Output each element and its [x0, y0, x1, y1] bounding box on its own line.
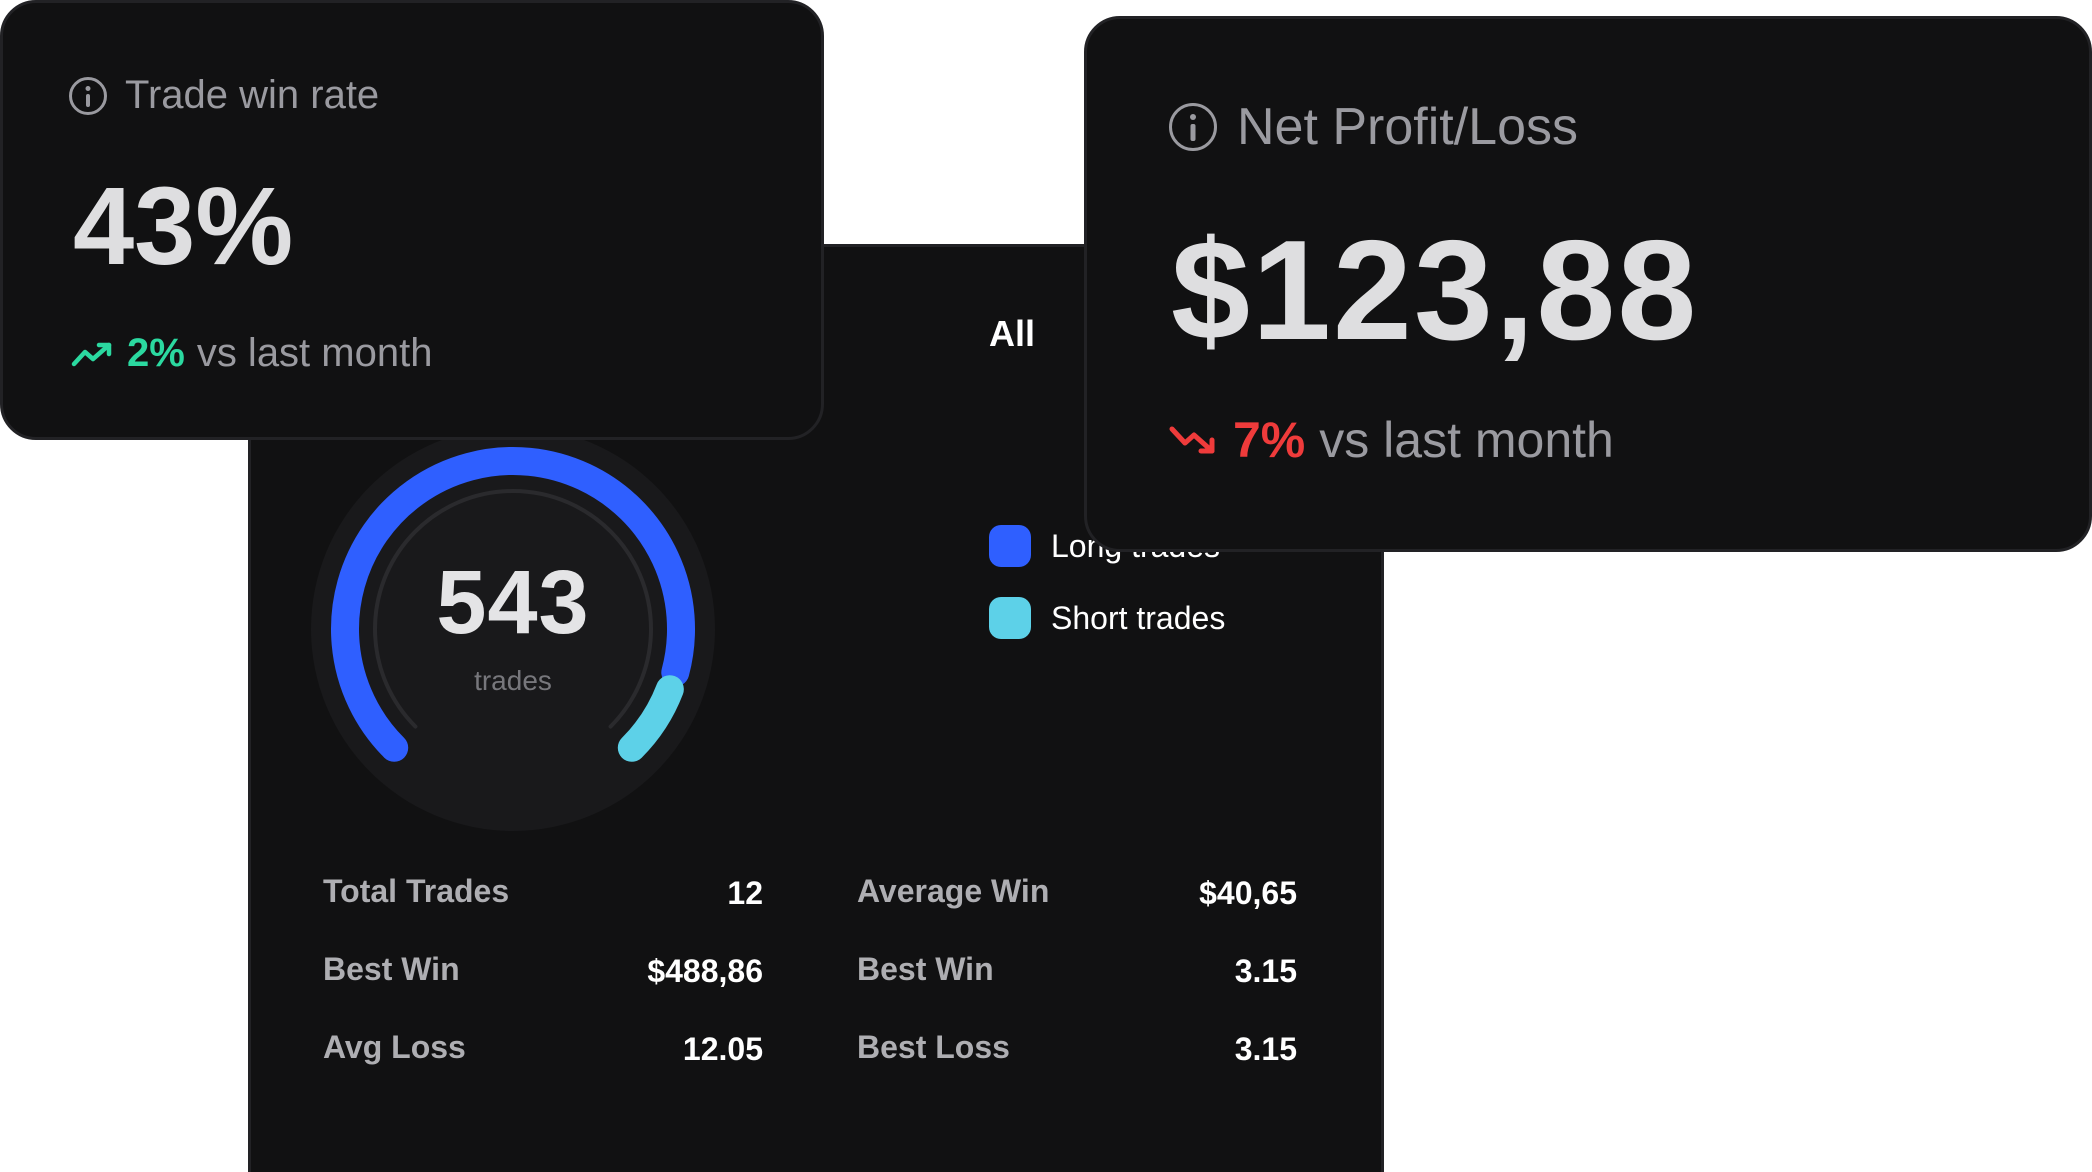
stat-row-best-win-ratio: Best Win 3.15	[857, 951, 1297, 991]
legend-label-short: Short trades	[1051, 599, 1226, 636]
legend-swatch-long	[989, 525, 1031, 567]
win-rate-header: Trade win rate	[69, 73, 379, 118]
stat-label: Avg Loss	[323, 1029, 466, 1065]
trades-unit-label: trades	[474, 665, 552, 696]
pnl-header: Net Profit/Loss	[1169, 97, 1578, 157]
stat-row-average-win: Average Win $40,65	[857, 873, 1297, 913]
stat-row-best-win: Best Win $488,86	[323, 951, 763, 991]
stat-value: 3.15	[1234, 1031, 1297, 1067]
stat-label: Best Win	[857, 951, 994, 987]
pnl-value: $123,88	[1171, 211, 1699, 370]
tab-all[interactable]: All	[989, 313, 1035, 355]
info-icon[interactable]	[69, 76, 107, 115]
stat-row-avg-loss: Avg Loss 12.05	[323, 1029, 763, 1069]
legend-swatch-short	[989, 597, 1031, 639]
stat-label: Total Trades	[323, 873, 510, 909]
stat-value: 12.05	[682, 1031, 763, 1067]
stat-value: $40,65	[1199, 875, 1297, 911]
stat-value: 12	[727, 875, 763, 911]
pnl-change-suffix: vs last month	[1319, 412, 1614, 468]
stat-label: Best Loss	[857, 1029, 1010, 1065]
info-icon[interactable]	[1169, 103, 1217, 151]
legend-item-short: Short trades	[989, 597, 1225, 639]
pnl-trend: 7% vs last month	[1169, 411, 1614, 469]
win-rate-trend: 2% vs last month	[71, 331, 432, 376]
stat-row-best-loss: Best Loss 3.15	[857, 1029, 1297, 1069]
stat-label: Average Win	[857, 873, 1050, 909]
trade-filter-tabs: All I	[989, 313, 1095, 355]
total-trades-count: 543	[436, 553, 590, 653]
trend-down-icon	[1169, 426, 1215, 454]
stat-value: 3.15	[1234, 953, 1297, 989]
win-rate-change-suffix: vs last month	[196, 331, 433, 375]
stat-label: Best Win	[323, 951, 460, 987]
win-rate-title: Trade win rate	[125, 73, 380, 117]
win-rate-value: 43%	[73, 165, 294, 288]
stat-row-total-trades: Total Trades 12	[323, 873, 763, 913]
pnl-title: Net Profit/Loss	[1237, 98, 1579, 156]
pnl-change: 7%	[1233, 412, 1306, 468]
trend-up-icon	[71, 342, 112, 366]
stat-value: $488,86	[647, 953, 763, 989]
win-rate-change: 2%	[127, 331, 185, 375]
net-profit-loss-card: Net Profit/Loss $123,88 7% vs last month	[1084, 16, 2092, 552]
trade-win-rate-card: Trade win rate 43% 2% vs last month	[0, 0, 824, 440]
